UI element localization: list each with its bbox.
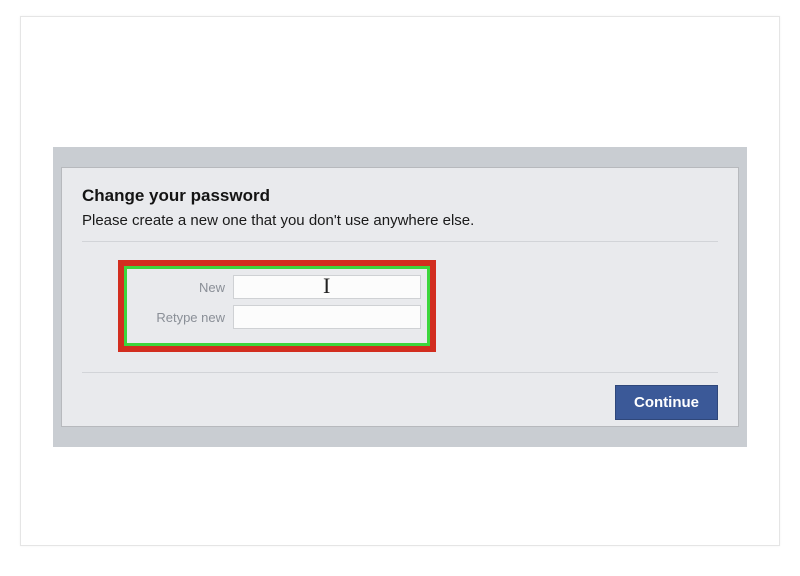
retype-password-label: Retype new [133,310,233,325]
annotation-highlight-inner: New Retype new I [124,266,430,346]
annotation-highlight: New Retype new I [118,260,436,352]
panel-backdrop: Change your password Please create a new… [53,147,747,447]
dialog-subtitle: Please create a new one that you don't u… [82,212,718,229]
continue-button[interactable]: Continue [615,385,718,420]
page: Change your password Please create a new… [0,0,800,576]
new-password-row: New [133,275,421,299]
retype-password-row: Retype new [133,305,421,329]
new-password-label: New [133,280,233,295]
retype-password-field-wrap [233,305,421,329]
retype-password-input[interactable] [233,305,421,329]
dialog-footer: Continue [82,373,718,420]
new-password-field-wrap [233,275,421,299]
screenshot-card: Change your password Please create a new… [20,16,780,546]
divider [82,241,718,242]
change-password-dialog: Change your password Please create a new… [61,167,739,427]
dialog-title: Change your password [82,186,718,206]
form-area: New Retype new I [82,260,718,352]
new-password-input[interactable] [233,275,421,299]
